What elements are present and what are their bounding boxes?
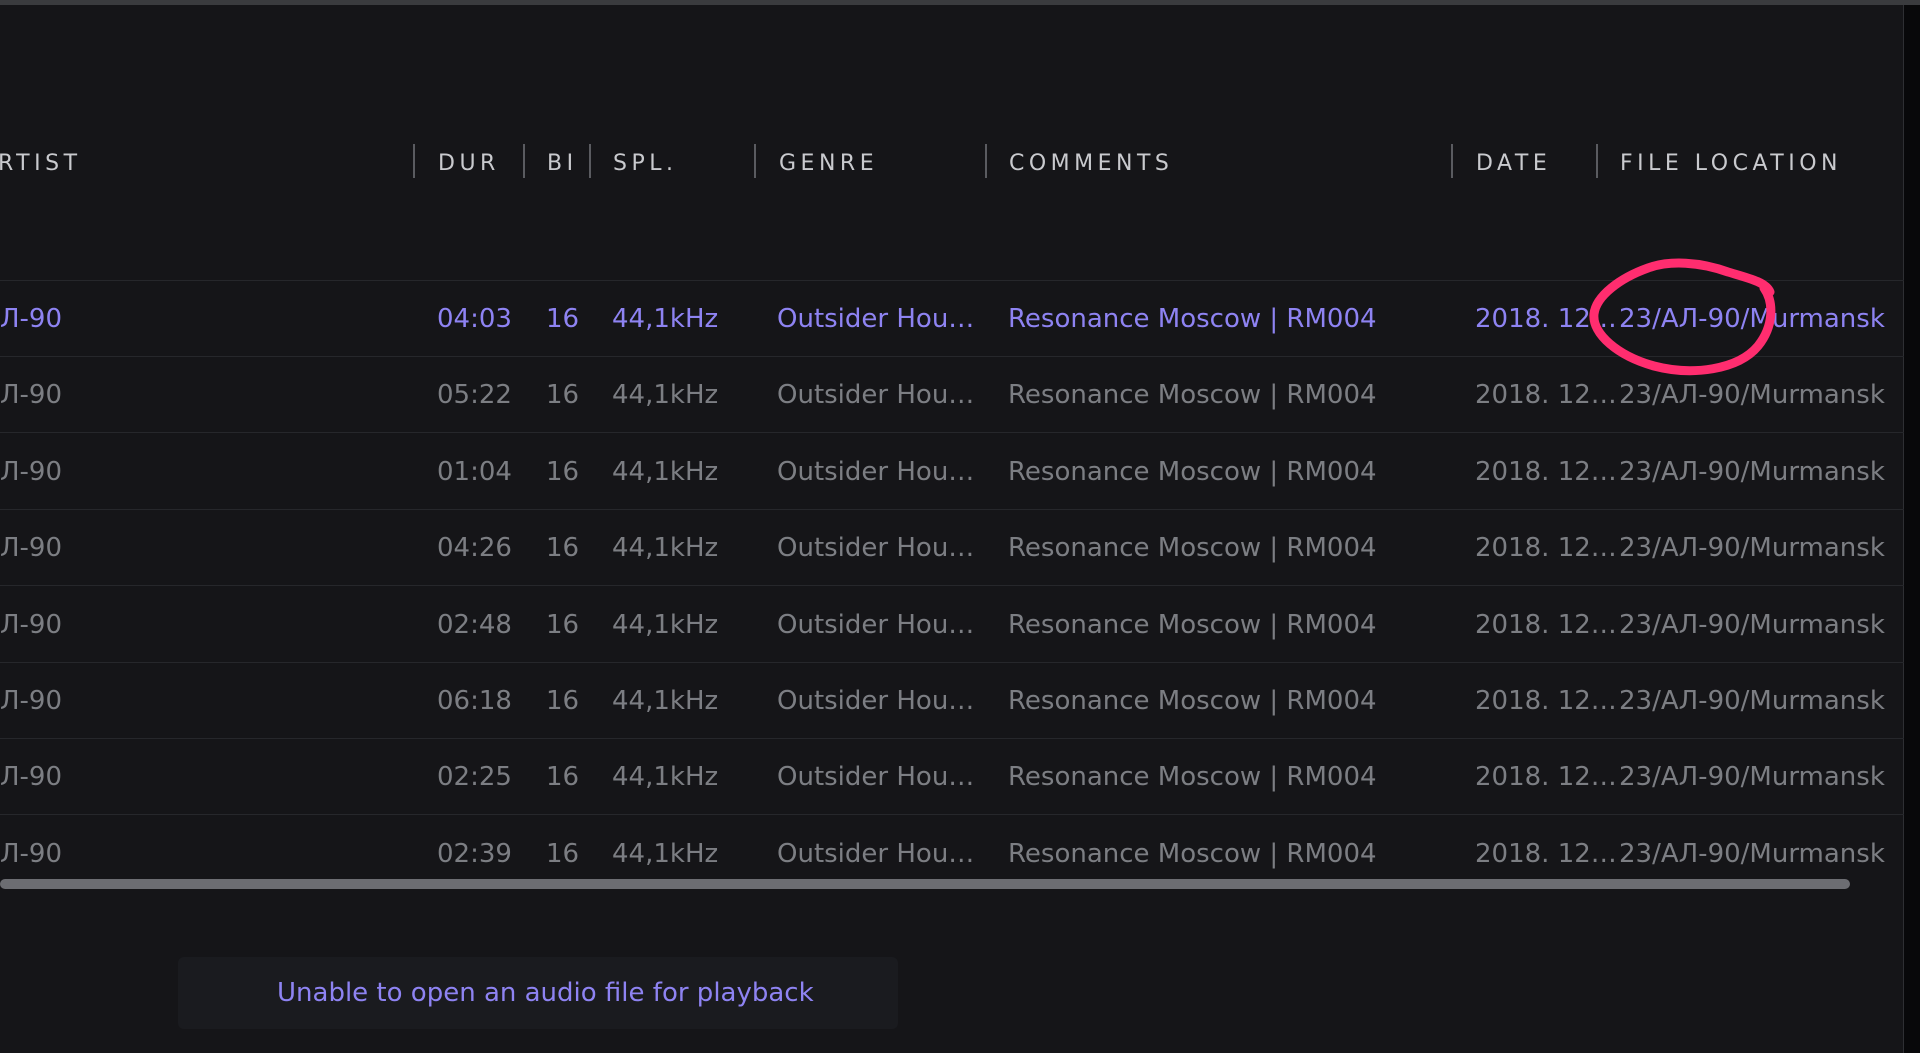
comments-cell: Resonance Moscow | RM004 — [1008, 839, 1377, 869]
side-panel-edge — [1904, 5, 1920, 1053]
table-row[interactable]: Л-90 02:25 16 44,1kHz Outsider Hou… Resonance… — [0, 739, 1904, 815]
bit-depth-cell: 16 — [546, 610, 580, 640]
status-message: Unable to open an audio file for playbac… — [277, 978, 814, 1008]
artist-cell: Л-90 — [0, 304, 63, 334]
column-header-comments[interactable]: COMMENTS — [1009, 152, 1173, 176]
comments-cell: Resonance Moscow | RM004 — [1008, 686, 1377, 716]
column-resize-handle[interactable] — [985, 144, 987, 178]
sample-rate-cell: 44,1kHz — [612, 686, 719, 716]
genre-cell: Outsider Hou… — [777, 839, 975, 869]
track-list: Л-90 04:03 16 44,1kHz Outsider Hou… Resonance… — [0, 281, 1904, 881]
duration-cell: 06:18 — [437, 686, 512, 716]
sample-rate-cell: 44,1kHz — [612, 533, 719, 563]
comments-cell: Resonance Moscow | RM004 — [1008, 533, 1377, 563]
date-cell: 2018. 12… — [1475, 610, 1617, 640]
column-header-duration[interactable]: DUR — [438, 152, 500, 176]
sample-rate-cell: 44,1kHz — [612, 839, 719, 869]
date-cell: 2018. 12… — [1475, 304, 1617, 334]
column-header-sample-rate[interactable]: SPL. — [613, 152, 677, 176]
duration-cell: 01:04 — [437, 457, 512, 487]
bit-depth-cell: 16 — [546, 380, 580, 410]
comments-cell: Resonance Moscow | RM004 — [1008, 610, 1377, 640]
file-location-cell: 23/АЛ-90/Murmansk — [1619, 533, 1885, 563]
comments-cell: Resonance Moscow | RM004 — [1008, 380, 1377, 410]
bit-depth-cell: 16 — [546, 762, 580, 792]
music-library-window: RTIST DUR BI SPL. GENRE COMMENTS DATE FI… — [0, 0, 1920, 1053]
duration-cell: 05:22 — [437, 380, 512, 410]
artist-cell: Л-90 — [0, 533, 63, 563]
column-resize-handle[interactable] — [413, 144, 415, 178]
comments-cell: Resonance Moscow | RM004 — [1008, 457, 1377, 487]
table-row-selected[interactable]: Л-90 04:03 16 44,1kHz Outsider Hou… Resonance… — [0, 281, 1904, 357]
table-row[interactable]: Л-90 06:18 16 44,1kHz Outsider Hou… Resonance… — [0, 663, 1904, 739]
genre-cell: Outsider Hou… — [777, 457, 975, 487]
duration-cell: 02:25 — [437, 762, 512, 792]
artist-cell: Л-90 — [0, 380, 63, 410]
file-location-cell: 23/АЛ-90/Murmansk — [1619, 762, 1885, 792]
artist-cell: Л-90 — [0, 457, 63, 487]
window-top-edge — [0, 0, 1920, 5]
genre-cell: Outsider Hou… — [777, 762, 975, 792]
status-message-bar: Unable to open an audio file for playbac… — [178, 957, 898, 1029]
bit-depth-cell: 16 — [546, 457, 580, 487]
column-header-artist[interactable]: RTIST — [0, 152, 82, 176]
column-header-bit-depth[interactable]: BI — [547, 152, 578, 176]
table-row[interactable]: Л-90 02:48 16 44,1kHz Outsider Hou… Resonance… — [0, 587, 1904, 663]
bit-depth-cell: 16 — [546, 686, 580, 716]
date-cell: 2018. 12… — [1475, 762, 1617, 792]
bit-depth-cell: 16 — [546, 839, 580, 869]
table-row[interactable]: Л-90 02:39 16 44,1kHz Outsider Hou… Resonance… — [0, 816, 1904, 881]
horizontal-scrollbar[interactable] — [0, 879, 1850, 889]
artist-cell: Л-90 — [0, 610, 63, 640]
artist-cell: Л-90 — [0, 686, 63, 716]
artist-cell: Л-90 — [0, 839, 63, 869]
sample-rate-cell: 44,1kHz — [612, 457, 719, 487]
date-cell: 2018. 12… — [1475, 457, 1617, 487]
duration-cell: 02:48 — [437, 610, 512, 640]
bit-depth-cell: 16 — [546, 533, 580, 563]
column-header-file-location[interactable]: FILE LOCATION — [1620, 152, 1842, 176]
column-resize-handle[interactable] — [1451, 144, 1453, 178]
duration-cell: 02:39 — [437, 839, 512, 869]
date-cell: 2018. 12… — [1475, 380, 1617, 410]
table-row[interactable]: Л-90 04:26 16 44,1kHz Outsider Hou… Resonance… — [0, 510, 1904, 586]
comments-cell: Resonance Moscow | RM004 — [1008, 304, 1377, 334]
column-resize-handle[interactable] — [589, 144, 591, 178]
bit-depth-cell: 16 — [546, 304, 580, 334]
table-header: RTIST DUR BI SPL. GENRE COMMENTS DATE FI… — [0, 140, 1904, 188]
sample-rate-cell: 44,1kHz — [612, 304, 719, 334]
genre-cell: Outsider Hou… — [777, 380, 975, 410]
file-location-cell: 23/АЛ-90/Murmansk — [1619, 457, 1885, 487]
file-location-cell: 23/АЛ-90/Murmansk — [1619, 304, 1885, 334]
file-location-cell: 23/АЛ-90/Murmansk — [1619, 686, 1885, 716]
column-header-date[interactable]: DATE — [1476, 152, 1551, 176]
date-cell: 2018. 12… — [1475, 686, 1617, 716]
column-resize-handle[interactable] — [523, 144, 525, 178]
sample-rate-cell: 44,1kHz — [612, 380, 719, 410]
sample-rate-cell: 44,1kHz — [612, 610, 719, 640]
date-cell: 2018. 12… — [1475, 533, 1617, 563]
date-cell: 2018. 12… — [1475, 839, 1617, 869]
comments-cell: Resonance Moscow | RM004 — [1008, 762, 1377, 792]
genre-cell: Outsider Hou… — [777, 533, 975, 563]
genre-cell: Outsider Hou… — [777, 304, 975, 334]
sample-rate-cell: 44,1kHz — [612, 762, 719, 792]
artist-cell: Л-90 — [0, 762, 63, 792]
genre-cell: Outsider Hou… — [777, 686, 975, 716]
column-resize-handle[interactable] — [1596, 144, 1598, 178]
table-row[interactable]: Л-90 05:22 16 44,1kHz Outsider Hou… Resonance… — [0, 357, 1904, 433]
duration-cell: 04:26 — [437, 533, 512, 563]
table-row[interactable]: Л-90 01:04 16 44,1kHz Outsider Hou… Resonance… — [0, 434, 1904, 510]
column-resize-handle[interactable] — [754, 144, 756, 178]
column-header-genre[interactable]: GENRE — [779, 152, 878, 176]
file-location-cell: 23/АЛ-90/Murmansk — [1619, 839, 1885, 869]
file-location-cell: 23/АЛ-90/Murmansk — [1619, 610, 1885, 640]
duration-cell: 04:03 — [437, 304, 512, 334]
file-location-cell: 23/АЛ-90/Murmansk — [1619, 380, 1885, 410]
genre-cell: Outsider Hou… — [777, 610, 975, 640]
